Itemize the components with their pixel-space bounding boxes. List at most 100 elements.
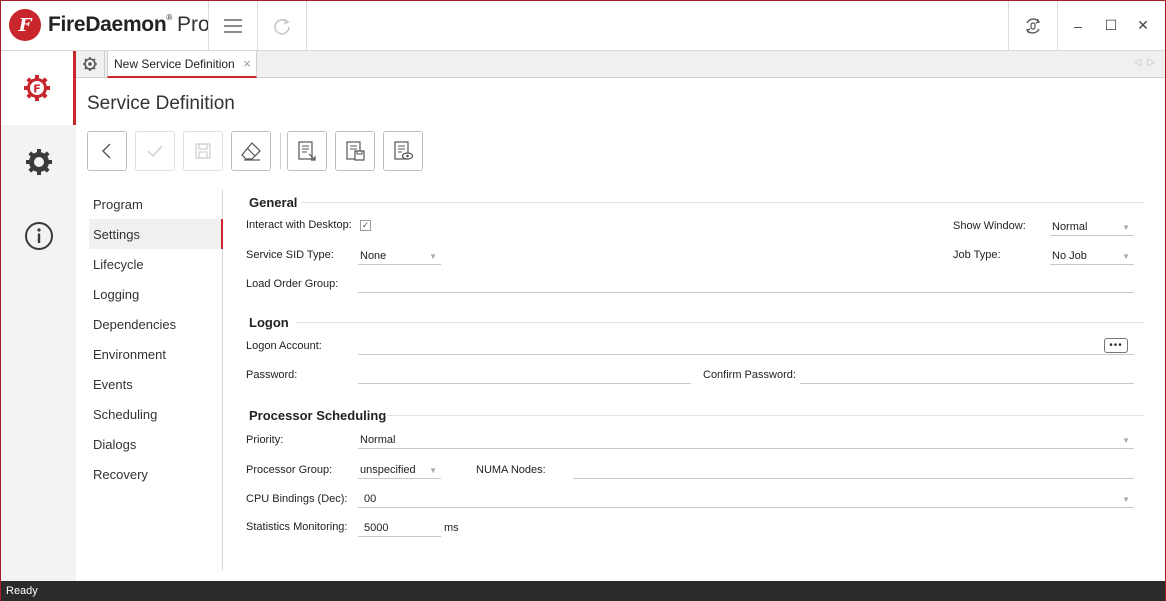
preview-button[interactable] bbox=[383, 131, 423, 171]
job-type-value: No Job bbox=[1052, 249, 1087, 262]
status-bar: Ready bbox=[1, 581, 1165, 601]
numa-nodes-label: NUMA Nodes: bbox=[476, 464, 546, 476]
chevron-down-icon: ▼ bbox=[1122, 436, 1130, 445]
group-divider bbox=[385, 415, 1144, 416]
cpu-bindings-select[interactable]: 00 ▼ bbox=[358, 490, 1134, 508]
cpu-bindings-label: CPU Bindings (Dec): bbox=[246, 493, 348, 505]
group-divider bbox=[295, 322, 1144, 323]
show-window-select[interactable]: Normal ▼ bbox=[1050, 218, 1134, 236]
job-type-label: Job Type: bbox=[953, 249, 1001, 261]
title-bar: F FireDaemon® Pro – ☐ ✕ bbox=[1, 1, 1165, 51]
update-button[interactable] bbox=[1009, 1, 1057, 50]
section-recovery[interactable]: Recovery bbox=[89, 459, 223, 489]
statistics-monitoring-input[interactable]: 5000 bbox=[358, 519, 441, 537]
brand-edition: Pro bbox=[176, 13, 210, 36]
section-dialogs[interactable]: Dialogs bbox=[89, 429, 223, 459]
group-title-general: General bbox=[249, 195, 298, 210]
group-divider bbox=[301, 202, 1144, 203]
interact-desktop-checkbox[interactable]: ✓ bbox=[360, 220, 371, 231]
menu-icon bbox=[224, 18, 242, 33]
processor-group-value: unspecified bbox=[360, 463, 416, 476]
section-scheduling[interactable]: Scheduling bbox=[89, 399, 223, 429]
export-icon bbox=[346, 141, 365, 161]
section-dependencies[interactable]: Dependencies bbox=[89, 309, 223, 339]
statistics-monitoring-label: Statistics Monitoring: bbox=[246, 521, 348, 533]
priority-label: Priority: bbox=[246, 434, 284, 446]
status-text: Ready bbox=[6, 585, 38, 597]
chevron-down-icon: ▼ bbox=[1122, 252, 1130, 261]
document-tab-bar: New Service Definition × ◁▷ bbox=[76, 51, 1165, 78]
section-logging[interactable]: Logging bbox=[89, 279, 223, 309]
export-button[interactable] bbox=[335, 131, 375, 171]
checkmark-icon: ✓ bbox=[361, 220, 370, 230]
priority-select[interactable]: Normal ▼ bbox=[358, 431, 1134, 449]
clear-button[interactable] bbox=[231, 131, 271, 171]
statistics-unit: ms bbox=[444, 522, 459, 534]
password-label: Password: bbox=[246, 369, 298, 381]
chevron-left-icon[interactable]: ◁ bbox=[1134, 57, 1148, 68]
nav-services[interactable]: F bbox=[1, 51, 76, 125]
apply-button[interactable] bbox=[135, 131, 175, 171]
tab-home-button[interactable] bbox=[76, 51, 105, 77]
numa-nodes-input[interactable] bbox=[573, 461, 1134, 479]
section-events[interactable]: Events bbox=[89, 369, 223, 399]
import-button[interactable] bbox=[287, 131, 327, 171]
titlebar-divider bbox=[306, 1, 307, 50]
eraser-icon bbox=[241, 142, 261, 161]
logon-account-input[interactable] bbox=[358, 337, 1134, 355]
section-program[interactable]: Program bbox=[89, 189, 223, 219]
sid-type-select[interactable]: None ▼ bbox=[358, 247, 441, 265]
app-logo: F FireDaemon® Pro bbox=[9, 9, 210, 41]
tab-scroll-arrows[interactable]: ◁▷ bbox=[1134, 57, 1161, 68]
info-icon bbox=[24, 222, 53, 250]
interact-desktop-label: Interact with Desktop: bbox=[246, 219, 352, 231]
show-window-value: Normal bbox=[1052, 220, 1088, 233]
load-order-input[interactable] bbox=[358, 275, 1134, 293]
update-icon bbox=[1025, 17, 1041, 34]
chevron-down-icon: ▼ bbox=[1122, 495, 1130, 504]
save-button[interactable] bbox=[183, 131, 223, 171]
close-icon: ✕ bbox=[1137, 17, 1149, 33]
menu-button[interactable] bbox=[209, 1, 257, 50]
redo-icon bbox=[274, 17, 290, 35]
back-icon bbox=[102, 143, 111, 159]
tab-new-service-definition[interactable]: New Service Definition × bbox=[107, 51, 257, 78]
nav-settings[interactable] bbox=[1, 125, 76, 199]
preview-icon bbox=[394, 141, 414, 160]
priority-value: Normal bbox=[360, 433, 396, 446]
group-title-processor-scheduling: Processor Scheduling bbox=[249, 408, 387, 423]
back-button[interactable] bbox=[87, 131, 127, 171]
load-order-label: Load Order Group: bbox=[246, 278, 339, 290]
group-title-logon: Logon bbox=[249, 315, 289, 330]
section-lifecycle[interactable]: Lifecycle bbox=[89, 249, 223, 279]
browse-account-button[interactable]: ••• bbox=[1104, 338, 1128, 353]
more-dots-icon: ••• bbox=[1109, 339, 1123, 351]
chevron-right-icon[interactable]: ▷ bbox=[1147, 57, 1161, 68]
section-settings[interactable]: Settings bbox=[89, 219, 223, 249]
firedaemon-logo-icon: F bbox=[9, 9, 41, 41]
sid-type-value: None bbox=[360, 249, 387, 262]
minimize-icon: – bbox=[1074, 17, 1082, 34]
processor-group-select[interactable]: unspecified ▼ bbox=[358, 461, 441, 479]
check-icon bbox=[147, 145, 163, 158]
confirm-password-input[interactable] bbox=[800, 366, 1134, 384]
logon-account-label: Logon Account: bbox=[246, 340, 322, 352]
job-type-select[interactable]: No Job ▼ bbox=[1050, 247, 1134, 265]
sid-type-label: Service SID Type: bbox=[246, 249, 334, 261]
services-icon: F bbox=[24, 75, 50, 101]
import-icon bbox=[298, 141, 316, 161]
password-input[interactable] bbox=[358, 366, 691, 384]
app-window: F FireDaemon® Pro – ☐ ✕ F New Service De… bbox=[0, 0, 1166, 601]
refresh-button[interactable] bbox=[258, 1, 306, 50]
section-environment[interactable]: Environment bbox=[89, 339, 223, 369]
chevron-down-icon: ▼ bbox=[1122, 223, 1130, 232]
brand-name: FireDaemon® bbox=[48, 13, 172, 36]
left-navigation: F bbox=[1, 51, 76, 581]
toolbar-divider bbox=[280, 133, 281, 169]
tab-close-icon[interactable]: × bbox=[243, 56, 251, 71]
tab-label: New Service Definition bbox=[114, 56, 235, 71]
nav-about[interactable] bbox=[1, 199, 76, 273]
confirm-password-label: Confirm Password: bbox=[703, 369, 796, 381]
settings-gear-icon bbox=[25, 149, 52, 175]
close-window-button[interactable]: ✕ bbox=[1123, 1, 1163, 50]
